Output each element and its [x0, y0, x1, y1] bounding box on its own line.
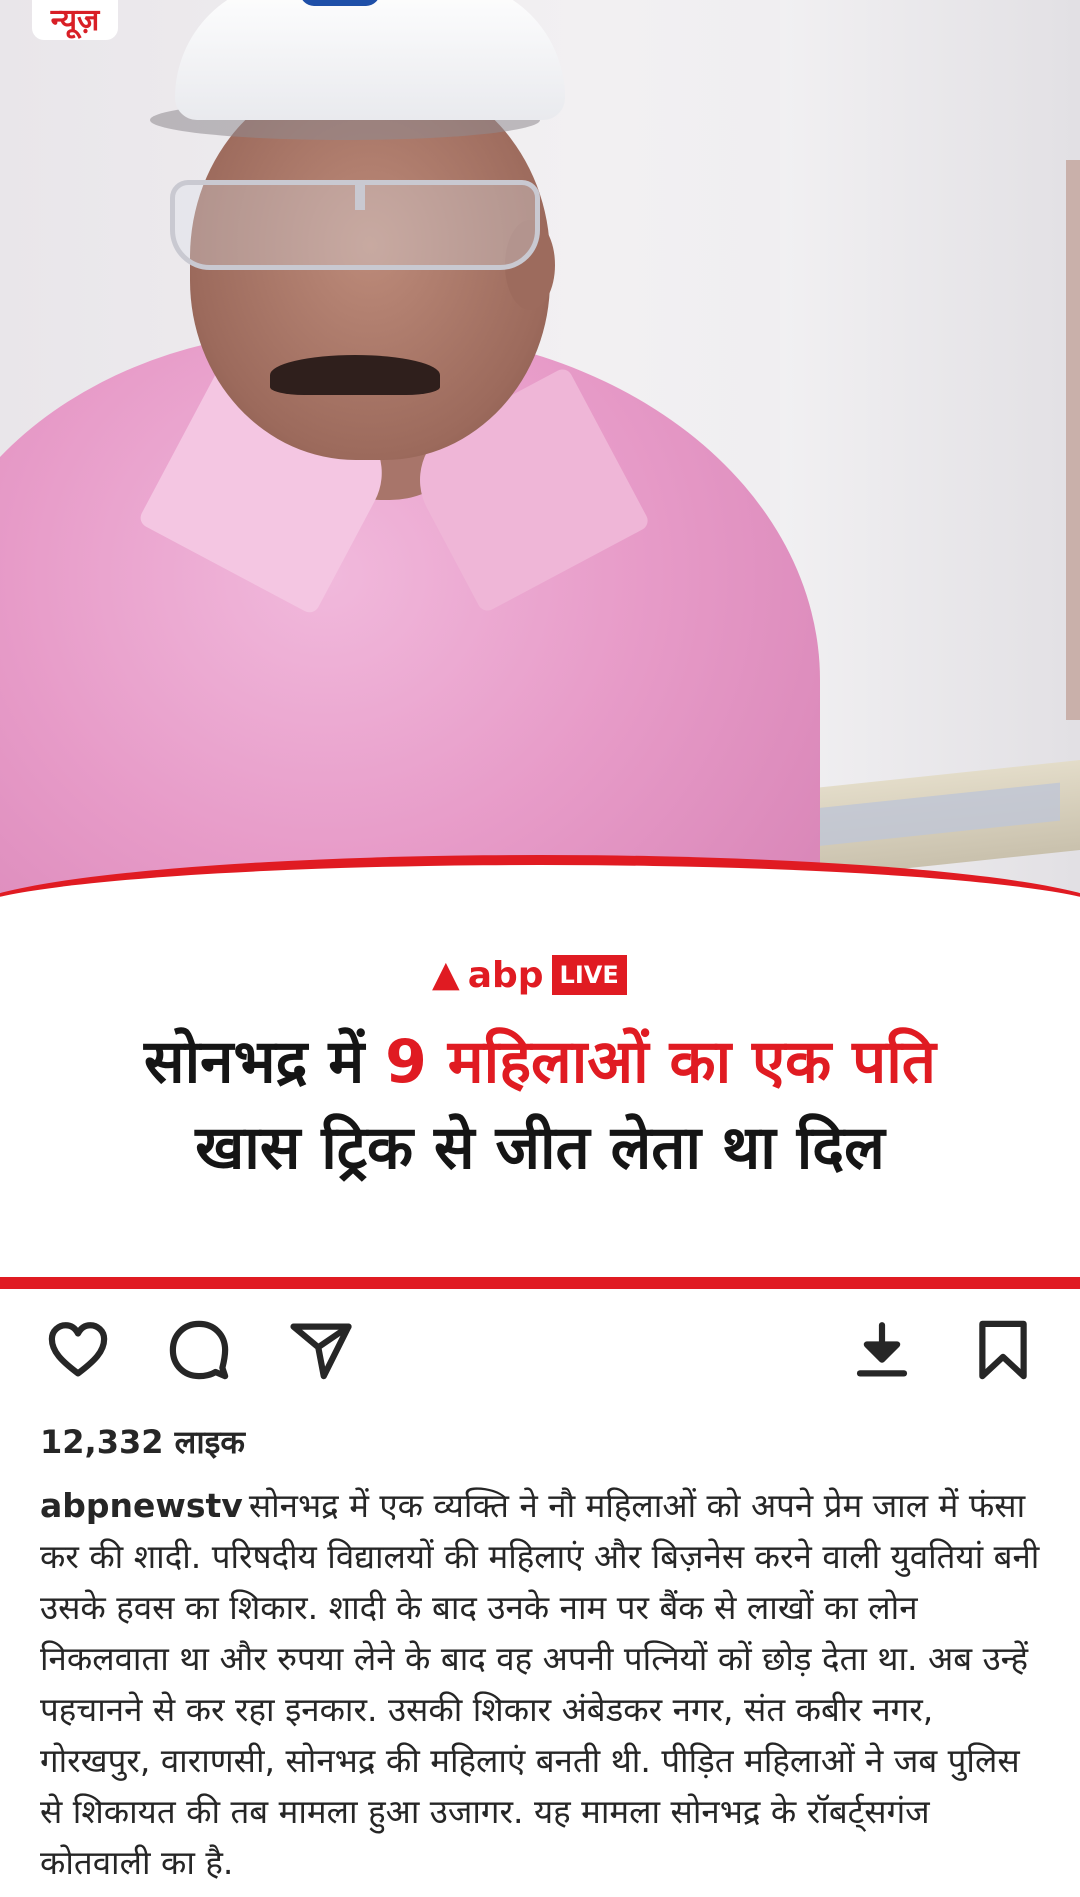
live-badge: LIVE	[551, 955, 627, 995]
red-bottom-bar	[0, 1277, 1080, 1289]
caption-username[interactable]: abpnewstv	[40, 1486, 243, 1525]
abp-logo-text: abp	[467, 954, 544, 996]
post-caption: abpnewstv सोनभद्र में एक व्यक्ति ने नौ मह…	[40, 1480, 1040, 1888]
caption-text: सोनभद्र में एक व्यक्ति ने नौ महिलाओं को …	[40, 1486, 1040, 1882]
post-action-bar	[0, 1310, 1080, 1400]
photo-cap-logo	[300, 0, 380, 6]
abp-live-logo: ▲ abp LIVE	[432, 950, 627, 1000]
comment-icon	[169, 1320, 229, 1380]
likes-count[interactable]: 12,332 लाइक	[40, 1420, 245, 1463]
headline-prefix: सोनभद्र में	[144, 1027, 386, 1097]
headline-line-2: खास ट्रिक से जीत लेता था दिल	[195, 1113, 885, 1183]
send-icon	[290, 1323, 352, 1380]
download-icon	[856, 1322, 908, 1377]
heart-icon	[48, 1322, 108, 1377]
share-button[interactable]	[281, 1310, 361, 1390]
headline-highlight: 9 महिलाओं का एक पति	[385, 1027, 936, 1097]
news-brand-badge: न्यूज़	[32, 0, 118, 40]
download-button[interactable]	[842, 1310, 922, 1390]
news-brand-text: न्यूज़	[50, 2, 100, 38]
photo-mustache	[270, 355, 440, 395]
like-button[interactable]	[38, 1310, 118, 1390]
bookmark-icon	[979, 1320, 1027, 1380]
photo-glasses	[170, 180, 540, 270]
photo-wall-edge	[1066, 160, 1080, 720]
photo-white-cap	[175, 0, 565, 120]
post-photo[interactable]: न्यूज़	[0, 0, 1080, 920]
headline-line-1: सोनभद्र में 9 महिलाओं का एक पति	[40, 1032, 1040, 1092]
save-button[interactable]	[963, 1310, 1043, 1390]
comment-button[interactable]	[159, 1310, 239, 1390]
abp-triangle-icon: ▲	[432, 954, 460, 995]
